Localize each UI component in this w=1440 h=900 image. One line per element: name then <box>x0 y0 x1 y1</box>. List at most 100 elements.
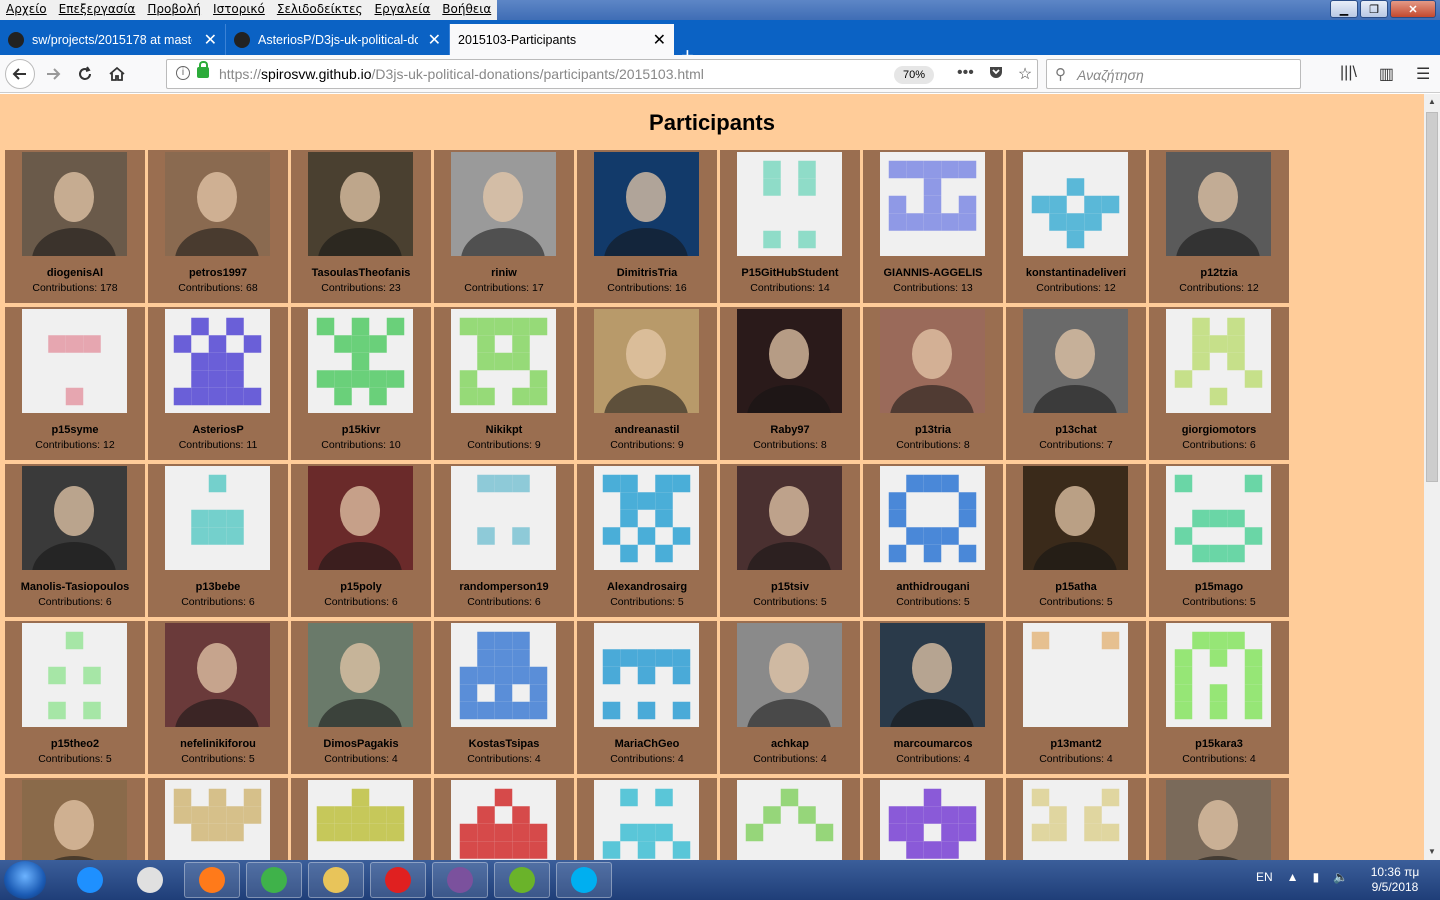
url-text[interactable]: https://spirosvw.github.io/D3js-uk-polit… <box>219 66 704 82</box>
participant-card[interactable] <box>434 778 574 860</box>
contributions-count: 9 <box>677 439 684 451</box>
home-button[interactable] <box>104 61 130 87</box>
start-button[interactable] <box>4 861 46 899</box>
vertical-scrollbar[interactable]: ▲ ▼ <box>1424 94 1440 860</box>
participant-card[interactable] <box>577 778 717 860</box>
sidebar-icon[interactable]: ▥ <box>1379 64 1394 84</box>
url-bar[interactable]: i https://spirosvw.github.io/D3js-uk-pol… <box>166 59 1038 89</box>
participant-card[interactable]: MariaChGeo Contributions: 4 <box>577 621 717 774</box>
participant-card[interactable]: randomperson19 Contributions: 6 <box>434 464 574 617</box>
scroll-up-icon[interactable]: ▲ <box>1424 94 1440 110</box>
participant-card[interactable]: p15atha Contributions: 5 <box>1006 464 1146 617</box>
participant-card[interactable]: p13tria Contributions: 8 <box>863 307 1003 460</box>
participant-card[interactable]: Raby97 Contributions: 8 <box>720 307 860 460</box>
firefox-taskbar-icon[interactable] <box>184 862 240 898</box>
maximize-button[interactable]: ❐ <box>1360 0 1388 18</box>
participant-card[interactable]: diogenisAl Contributions: 178 <box>5 150 145 303</box>
volume-icon[interactable]: 🔈 <box>1333 870 1348 884</box>
search-icon: ⚲ <box>1055 66 1066 83</box>
ie-taskbar-icon[interactable] <box>62 862 118 898</box>
reload-button[interactable] <box>72 61 98 87</box>
participant-card[interactable]: p15theo2 Contributions: 5 <box>5 621 145 774</box>
participant-card[interactable] <box>720 778 860 860</box>
skype-taskbar-icon[interactable] <box>556 862 612 898</box>
menu-tools[interactable]: Εργαλεία <box>369 0 437 20</box>
participant-card[interactable]: GIANNIS-AGGELIS Contributions: 13 <box>863 150 1003 303</box>
participant-card[interactable]: p12tzia Contributions: 12 <box>1149 150 1289 303</box>
participant-card[interactable] <box>291 778 431 860</box>
search-input[interactable]: ⚲ Αναζήτηση <box>1046 59 1301 89</box>
participant-card[interactable]: Manolis-Tasiopoulos Contributions: 6 <box>5 464 145 617</box>
participant-card[interactable] <box>148 778 288 860</box>
participant-card[interactable]: p15tsiv Contributions: 5 <box>720 464 860 617</box>
explorer-taskbar-icon[interactable] <box>308 862 364 898</box>
utorrent-taskbar-icon[interactable] <box>494 862 550 898</box>
back-button[interactable] <box>5 59 35 89</box>
viber-taskbar-icon[interactable] <box>432 862 488 898</box>
participant-card[interactable]: riniw Contributions: 17 <box>434 150 574 303</box>
participant-card[interactable]: p15kivr Contributions: 10 <box>291 307 431 460</box>
participant-name: KostasTsipas <box>468 738 540 750</box>
participant-card[interactable]: KostasTsipas Contributions: 4 <box>434 621 574 774</box>
info-icon[interactable]: i <box>176 66 190 80</box>
bookmark-star-icon[interactable]: ☆ <box>1018 64 1032 85</box>
participant-card[interactable]: p15kara3 Contributions: 4 <box>1149 621 1289 774</box>
participant-card[interactable] <box>1006 778 1146 860</box>
participant-card[interactable]: achkap Contributions: 4 <box>720 621 860 774</box>
participant-card[interactable]: DimosPagakis Contributions: 4 <box>291 621 431 774</box>
menu-history[interactable]: Ιστορικό <box>207 0 271 20</box>
contributions-count: 14 <box>818 282 830 294</box>
minimize-button[interactable]: ▁ <box>1330 0 1358 18</box>
participant-card[interactable]: petros1997 Contributions: 68 <box>148 150 288 303</box>
tab-participants[interactable]: 2015103-Participants ✕ <box>450 24 674 55</box>
pocket-icon[interactable] <box>988 64 1004 85</box>
tray-arrow-icon[interactable]: ▲ <box>1287 870 1299 884</box>
menu-help[interactable]: Βοήθεια <box>436 0 497 20</box>
library-icon[interactable]: |||\ <box>1340 64 1357 84</box>
tab-github-d3js[interactable]: AsteriosP/D3js-uk-political-do ✕ <box>226 24 450 55</box>
participant-card[interactable]: Alexandrosairg Contributions: 5 <box>577 464 717 617</box>
participant-card[interactable]: nefelinikiforou Contributions: 5 <box>148 621 288 774</box>
participant-card[interactable]: p13chat Contributions: 7 <box>1006 307 1146 460</box>
avatar <box>594 780 699 860</box>
forward-button[interactable] <box>40 61 66 87</box>
page-actions-icon[interactable]: ••• <box>957 64 974 85</box>
zoom-indicator[interactable]: 70% <box>894 66 934 84</box>
participant-card[interactable]: DimitrisTria Contributions: 16 <box>577 150 717 303</box>
participant-card[interactable] <box>5 778 145 860</box>
participant-card[interactable]: p13mant2 Contributions: 4 <box>1006 621 1146 774</box>
media-taskbar-icon[interactable] <box>122 862 178 898</box>
scrollbar-thumb[interactable] <box>1426 112 1438 482</box>
menu-edit[interactable]: Επεξεργασία <box>53 0 142 20</box>
participant-card[interactable]: andreanastil Contributions: 9 <box>577 307 717 460</box>
participant-card[interactable]: giorgiomotors Contributions: 6 <box>1149 307 1289 460</box>
participant-card[interactable] <box>1149 778 1289 860</box>
clock[interactable]: 10:36 πμ 9/5/2018 <box>1360 865 1430 895</box>
tab-github-projects[interactable]: sw/projects/2015178 at master ✕ <box>0 24 226 55</box>
participant-card[interactable]: p13bebe Contributions: 6 <box>148 464 288 617</box>
participant-card[interactable]: konstantinadeliveri Contributions: 12 <box>1006 150 1146 303</box>
close-window-button[interactable]: ✕ <box>1390 0 1436 18</box>
participant-card[interactable]: p15syme Contributions: 12 <box>5 307 145 460</box>
scroll-down-icon[interactable]: ▼ <box>1424 844 1440 860</box>
participant-card[interactable]: Nikikpt Contributions: 9 <box>434 307 574 460</box>
close-tab-icon[interactable]: ✕ <box>204 30 217 50</box>
chrome-taskbar-icon[interactable] <box>246 862 302 898</box>
network-icon[interactable]: ▮ <box>1313 870 1320 884</box>
menu-file[interactable]: Αρχείο <box>0 0 53 20</box>
participant-card[interactable]: AsteriosP Contributions: 11 <box>148 307 288 460</box>
close-tab-icon[interactable]: ✕ <box>653 30 666 50</box>
menu-bookmarks[interactable]: Σελιδοδείκτες <box>271 0 369 20</box>
mp3-taskbar-icon[interactable] <box>370 862 426 898</box>
participant-card[interactable]: TasoulasTheofanis Contributions: 23 <box>291 150 431 303</box>
menu-view[interactable]: Προβολή <box>141 0 207 20</box>
participant-card[interactable]: p15mago Contributions: 5 <box>1149 464 1289 617</box>
hamburger-menu-icon[interactable]: ☰ <box>1416 64 1430 84</box>
participant-card[interactable] <box>863 778 1003 860</box>
participant-card[interactable]: p15poly Contributions: 6 <box>291 464 431 617</box>
participant-card[interactable]: P15GitHubStudent Contributions: 14 <box>720 150 860 303</box>
participant-card[interactable]: marcoumarcos Contributions: 4 <box>863 621 1003 774</box>
participant-card[interactable]: anthidrougani Contributions: 5 <box>863 464 1003 617</box>
language-indicator[interactable]: EN <box>1256 870 1273 884</box>
close-tab-icon[interactable]: ✕ <box>428 30 441 50</box>
